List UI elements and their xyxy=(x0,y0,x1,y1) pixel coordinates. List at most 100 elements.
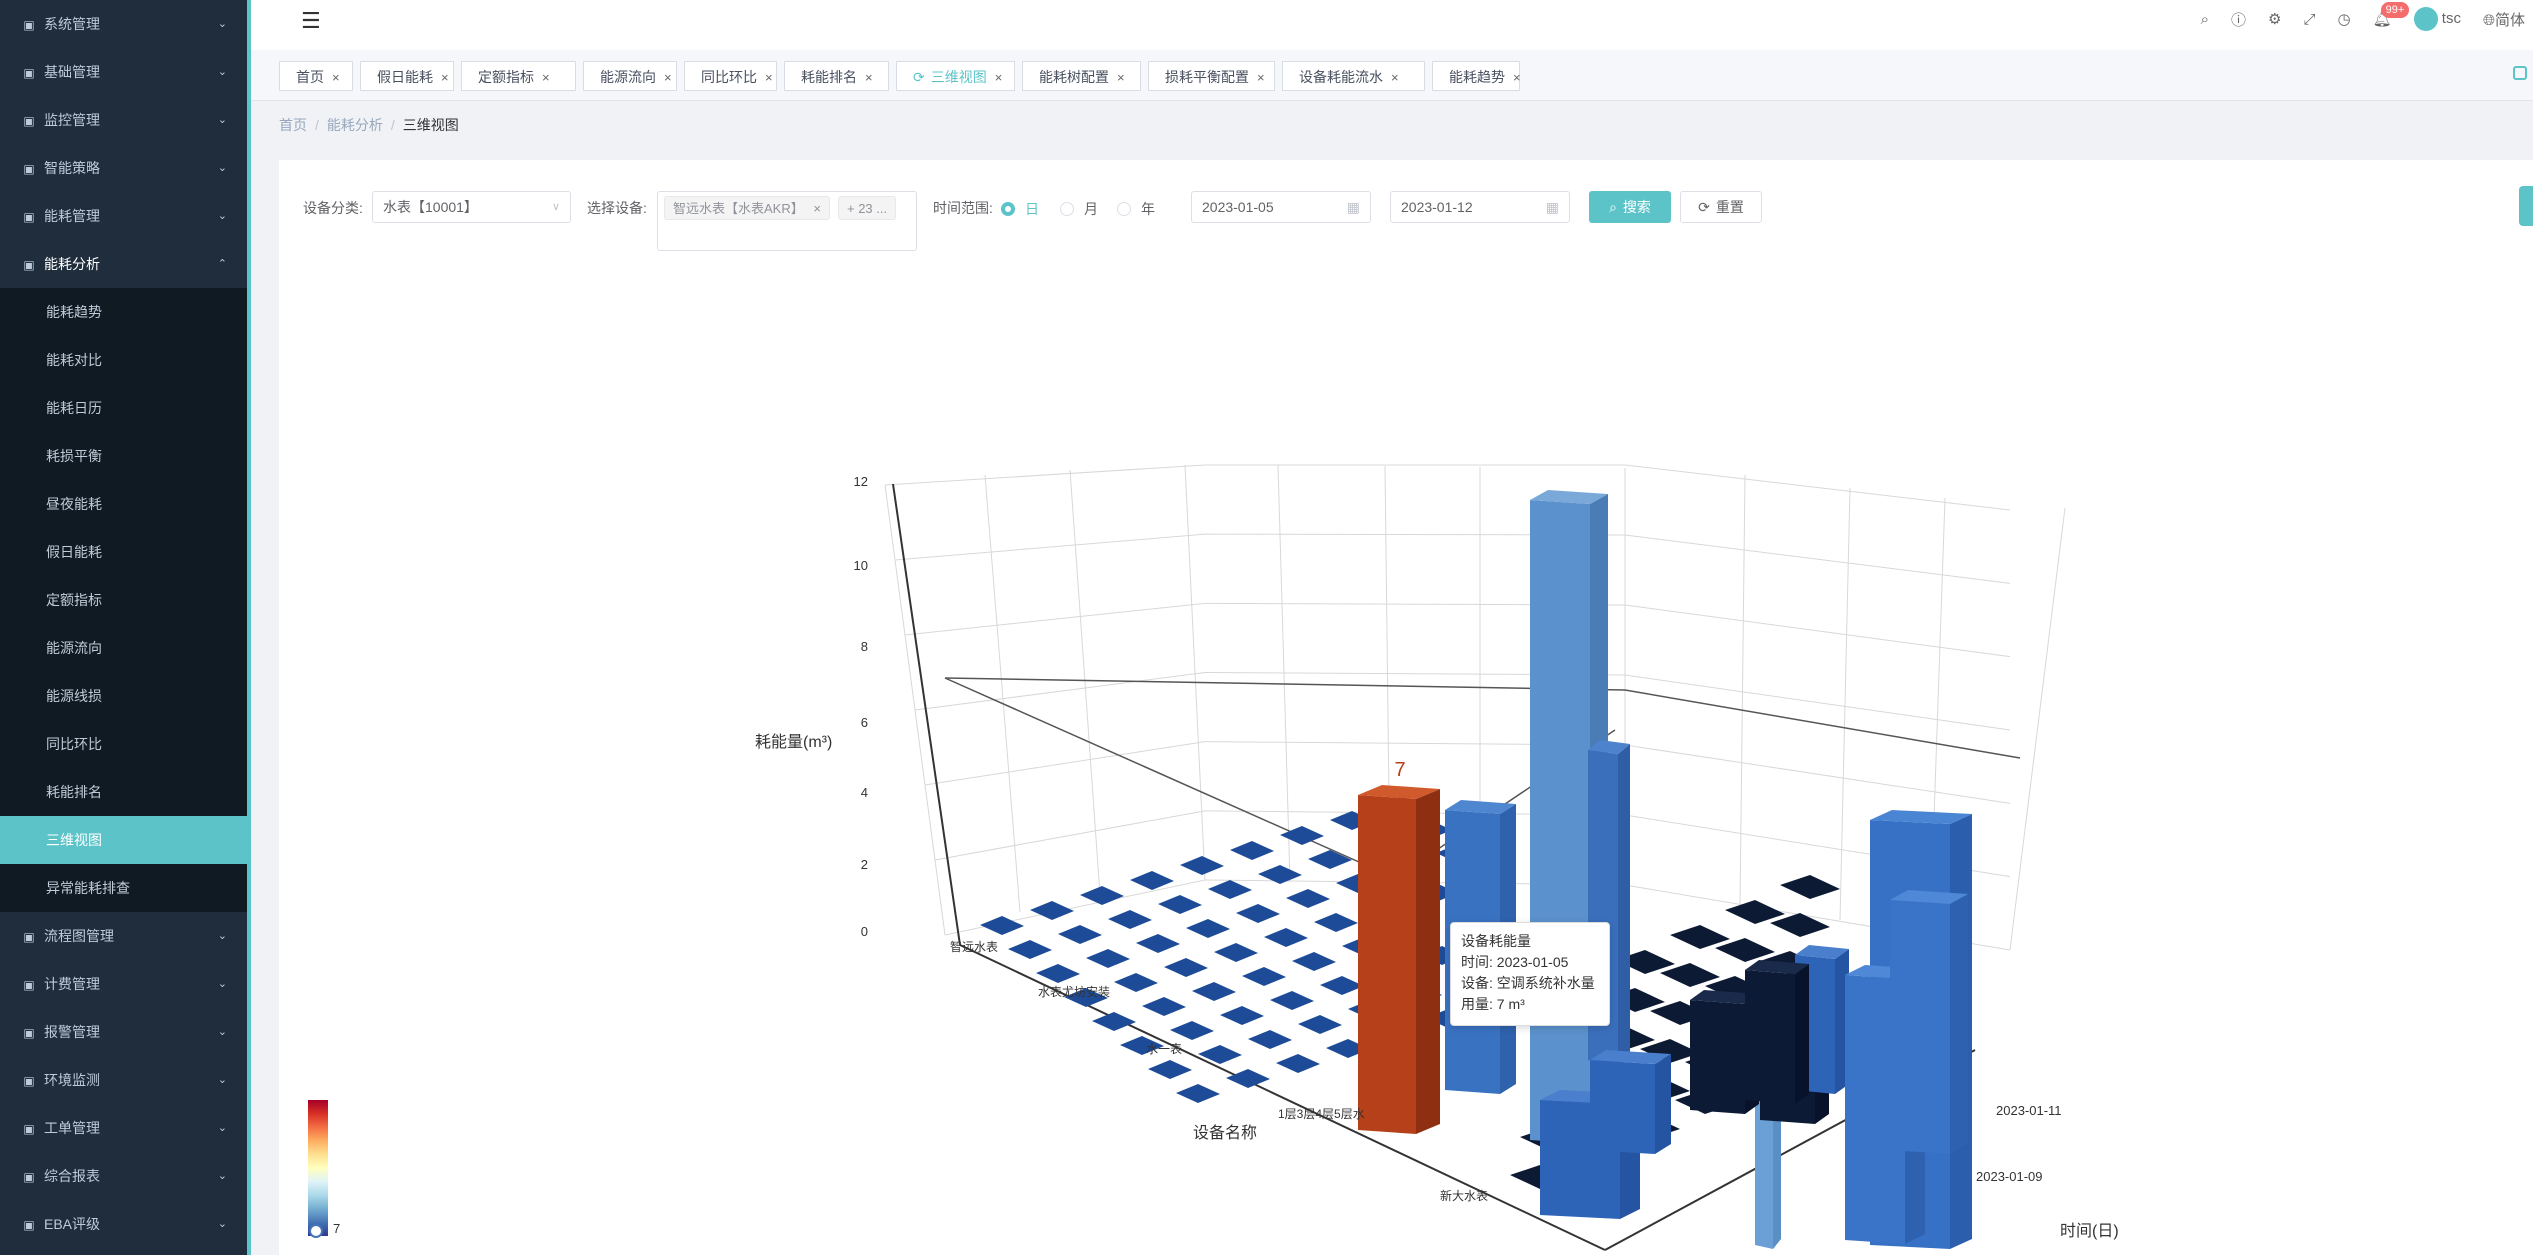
bar-dark-front xyxy=(1690,1000,1745,1114)
grid-line xyxy=(1624,534,2011,584)
floor-tile xyxy=(1276,1054,1320,1073)
bar-dark-side xyxy=(1795,964,1809,1104)
grid-line xyxy=(894,533,1206,561)
grid-line xyxy=(984,474,1021,913)
grid-line xyxy=(1624,464,2011,511)
floor-tile xyxy=(1130,871,1174,890)
mark-line xyxy=(1624,689,2021,759)
bar-side xyxy=(1655,1054,1671,1154)
y-tick-label: 12 xyxy=(854,474,868,489)
floor-tile xyxy=(1286,889,1330,908)
grid-line xyxy=(884,464,1206,486)
grid-line xyxy=(1624,744,2011,804)
visualmap-value: 7 xyxy=(333,1221,341,1236)
floor-tile xyxy=(1280,826,1324,845)
mark-line xyxy=(944,677,1396,879)
x-axis-title: 设备名称 xyxy=(1193,1124,1257,1142)
floor-tile xyxy=(1080,886,1124,905)
y-tick-label: 2 xyxy=(861,857,868,872)
floor-tile xyxy=(1264,928,1308,947)
floor-tile xyxy=(1308,850,1352,869)
floor-tile xyxy=(1148,1060,1192,1079)
y-axis-line xyxy=(892,483,961,946)
floor-tile xyxy=(1180,856,1224,875)
floor-tile xyxy=(1230,841,1274,860)
floor-tile xyxy=(1170,1021,1214,1040)
tooltip-time: 时间: 2023-01-05 xyxy=(1461,954,1569,970)
bar-highlight-front xyxy=(1358,795,1416,1134)
bar-front xyxy=(1890,900,1950,1154)
grid-line xyxy=(904,602,1206,636)
floor-tile-dark xyxy=(1670,925,1730,949)
floor-tile xyxy=(1214,943,1258,962)
floor-tile-dark xyxy=(1715,938,1775,962)
tooltip-title: 设备耗能量 xyxy=(1461,933,1531,949)
tooltip-usage: 用量: 7 m³ xyxy=(1461,996,1525,1012)
grid-line xyxy=(1739,474,1746,906)
floor-tile xyxy=(1298,1015,1342,1034)
floor-tile xyxy=(1158,895,1202,914)
z-tick-label: 2023-01-11 xyxy=(1996,1103,2062,1118)
floor-tile xyxy=(1236,904,1280,923)
grid-line xyxy=(884,484,946,936)
bar-front xyxy=(1590,1060,1655,1154)
visualmap-gradient[interactable] xyxy=(308,1100,328,1236)
floor-tile xyxy=(980,916,1024,935)
bar-side xyxy=(1950,894,1968,1154)
floor-tile xyxy=(1186,919,1230,938)
y-tick-label: 4 xyxy=(861,785,868,800)
grid-line xyxy=(934,810,1206,861)
bar-value-label: 7 xyxy=(1394,759,1405,781)
grid-line xyxy=(2009,507,2066,951)
grid-line xyxy=(924,741,1206,786)
floor-tile xyxy=(1114,973,1158,992)
visualmap-handle[interactable] xyxy=(309,1224,323,1238)
bar-side xyxy=(1618,744,1630,1064)
floor-tile xyxy=(1036,964,1080,983)
x-tick-label: 水一表 xyxy=(1146,1042,1182,1056)
floor-tile xyxy=(1164,958,1208,977)
bar3d-chart[interactable]: 0 2 4 6 8 10 12 耗能量(m³) 设备名称时间(日) 智远水表水表尤坊安装水一表 1层… xyxy=(0,0,2533,1255)
y-axis-title: 耗能量(m³) xyxy=(755,733,832,751)
floor-tile xyxy=(1092,1012,1136,1031)
x-tick-label: 1层3层4层5层水 xyxy=(1278,1107,1365,1121)
tooltip-device: 设备: 空调系统补水量 xyxy=(1461,975,1595,991)
floor-tile xyxy=(1208,880,1252,899)
floor-tile xyxy=(1292,952,1336,971)
floor-tile xyxy=(1270,991,1314,1010)
floor-tile xyxy=(1192,982,1236,1001)
y-tick-label: 6 xyxy=(861,715,868,730)
y-tick-label: 8 xyxy=(861,639,868,654)
floor-tile xyxy=(1030,901,1074,920)
y-tick-label: 0 xyxy=(861,924,868,939)
floor-tile xyxy=(1226,1069,1270,1088)
grid-line xyxy=(1277,464,1291,883)
y-tick-label: 10 xyxy=(854,558,868,573)
floor-tile xyxy=(1142,997,1186,1016)
floor-tile xyxy=(1058,925,1102,944)
floor-tile xyxy=(1008,940,1052,959)
floor-tile xyxy=(1320,976,1364,995)
z-tick-label: 2023-01-09 xyxy=(1976,1169,2043,1184)
bar-highlight-side xyxy=(1416,789,1440,1134)
floor-tile xyxy=(1242,967,1286,986)
chart-tooltip: 设备耗能量 时间: 2023-01-05 设备: 空调系统补水量 用量: 7 m… xyxy=(1450,922,1610,1026)
floor-tile xyxy=(1176,1084,1220,1103)
floor-tile-dark xyxy=(1780,875,1840,899)
x-tick-label: 新大水表 xyxy=(1440,1188,1488,1203)
z-axis-title: 时间(日) xyxy=(2060,1222,2119,1240)
floor-tile xyxy=(1108,910,1152,929)
mark-line xyxy=(944,677,1626,691)
bar-dark-front xyxy=(1745,970,1795,1104)
grid-line xyxy=(1624,604,2011,658)
grid-line xyxy=(1839,487,1851,921)
floor-tile xyxy=(1136,934,1180,953)
floor-tile xyxy=(1248,1030,1292,1049)
x-tick-label: 智远水表 xyxy=(950,939,998,954)
grid-line xyxy=(1069,469,1101,896)
grid-line xyxy=(1624,674,2011,731)
bar-tall-front xyxy=(1530,500,1590,1144)
floor-tile-dark xyxy=(1660,963,1720,987)
floor-tile xyxy=(1314,913,1358,932)
x-tick-label: 水表尤坊安装 xyxy=(1038,984,1110,999)
